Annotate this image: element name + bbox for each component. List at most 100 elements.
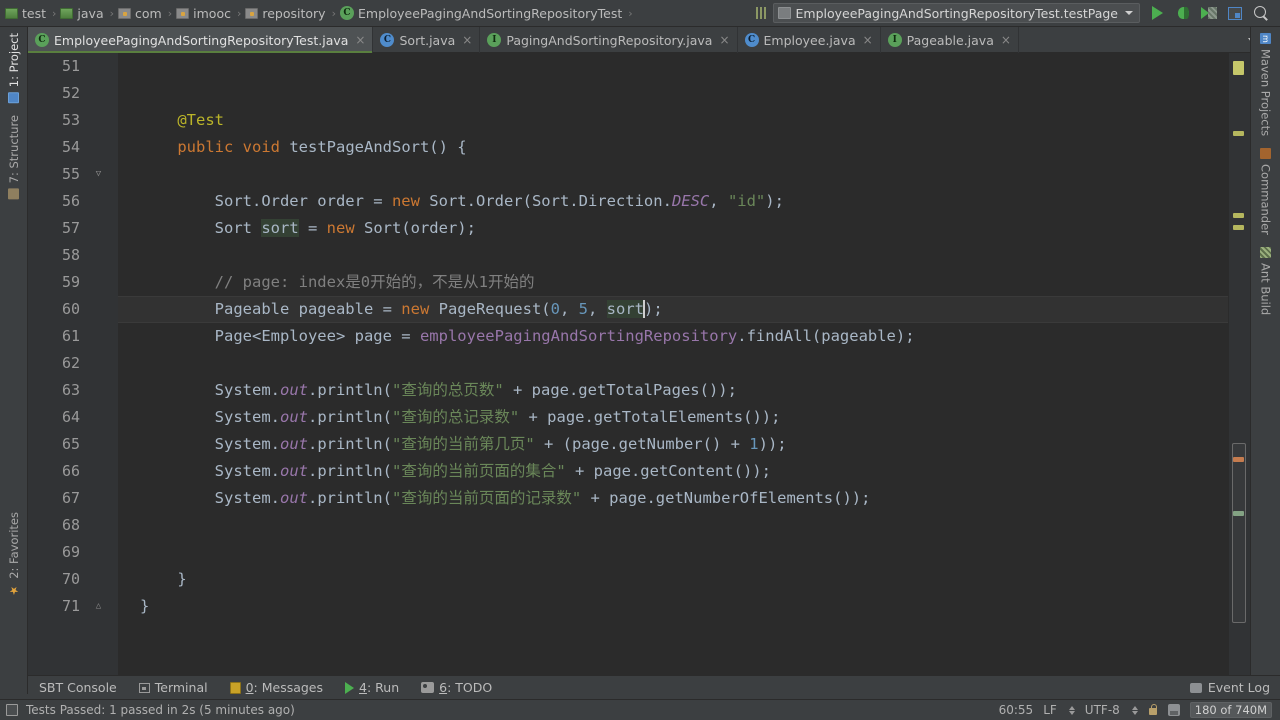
memory-indicator[interactable]: 180 of 740M bbox=[1189, 702, 1272, 718]
breadcrumb-item-java[interactable]: java bbox=[57, 0, 108, 27]
lock-icon[interactable] bbox=[1148, 704, 1158, 716]
line-number[interactable]: 71 bbox=[28, 593, 118, 620]
code-line[interactable] bbox=[118, 242, 1228, 269]
line-number[interactable]: 54 ▽ bbox=[28, 134, 118, 179]
code-line[interactable] bbox=[118, 539, 1228, 566]
line-number[interactable]: 55 bbox=[28, 161, 118, 188]
editor-gutter[interactable]: 51 52 53 54 ▽ 55 56 57 58 59 60 61 62 63 64 65 66 67 68 69 7… bbox=[28, 53, 118, 675]
code-line[interactable] bbox=[118, 161, 1228, 188]
editor-scrollbar-thumb[interactable] bbox=[1232, 443, 1246, 623]
chevron-down-icon bbox=[1125, 11, 1133, 15]
interface-icon: I bbox=[487, 33, 502, 47]
editor-tab-label: Sort.java bbox=[399, 32, 456, 48]
event-log-area[interactable]: Event Log bbox=[1189, 680, 1280, 695]
run-with-coverage-button[interactable] bbox=[1196, 2, 1222, 24]
code-line[interactable]: Sort.Order order = new Sort.Order(Sort.D… bbox=[118, 188, 1228, 215]
editor-marker[interactable] bbox=[1233, 213, 1244, 218]
line-number[interactable]: 61 bbox=[28, 323, 118, 350]
layout-button[interactable] bbox=[1222, 2, 1248, 24]
search-everywhere-button[interactable] bbox=[1248, 2, 1274, 24]
code-line[interactable] bbox=[118, 80, 1228, 107]
line-number[interactable]: 57 bbox=[28, 215, 118, 242]
line-separator[interactable]: LF bbox=[1043, 703, 1057, 717]
code-line[interactable]: System.out.println("查询的总记录数" + page.getT… bbox=[118, 404, 1228, 431]
close-icon[interactable]: × bbox=[462, 33, 472, 47]
tool-window-ant-build[interactable]: Ant Build bbox=[1259, 241, 1273, 321]
editor-tab-employee[interactable]: C Employee.java × bbox=[738, 27, 881, 53]
line-number[interactable]: 53 bbox=[28, 107, 118, 134]
close-icon[interactable]: × bbox=[863, 33, 873, 47]
tool-window-commander[interactable]: Commander bbox=[1259, 142, 1273, 241]
bottom-tool-run[interactable]: 4: Run bbox=[334, 676, 410, 700]
code-token-hl: sort bbox=[606, 300, 644, 318]
code-line[interactable]: System.out.println("查询的当前页面的记录数" + page.… bbox=[118, 485, 1228, 512]
tool-window-favorites[interactable]: ★ 2: Favorites bbox=[7, 506, 21, 603]
tool-window-maven-projects[interactable]: m Maven Projects bbox=[1259, 27, 1273, 142]
test-result-status[interactable]: Tests Passed: 1 passed in 2s (5 minutes … bbox=[26, 703, 295, 717]
editor-marker[interactable] bbox=[1233, 131, 1244, 136]
editor-tab-employeepagingandsortingrepositorytest[interactable]: C EmployeePagingAndSortingRepositoryTest.… bbox=[28, 27, 374, 53]
code-line[interactable]: public void testPageAndSort() { bbox=[118, 134, 1228, 161]
line-number[interactable]: 70 △ bbox=[28, 566, 118, 611]
bottom-tool-messages[interactable]: 0: Messages bbox=[219, 676, 334, 700]
tool-window-project[interactable]: 1: Project bbox=[7, 27, 21, 109]
line-number[interactable]: 60 bbox=[28, 296, 118, 323]
breadcrumb-item-imooc[interactable]: imooc bbox=[173, 0, 236, 27]
code-line[interactable]: System.out.println("查询的当前页面的集合" + page.g… bbox=[118, 458, 1228, 485]
code-line[interactable]: System.out.println("查询的当前第几页" + (page.ge… bbox=[118, 431, 1228, 458]
code-line[interactable]: } bbox=[118, 566, 1228, 593]
code-token: , bbox=[559, 300, 579, 318]
line-number[interactable]: 69 bbox=[28, 539, 118, 566]
line-number[interactable]: 59 bbox=[28, 269, 118, 296]
editor-tab-sort[interactable]: C Sort.java × bbox=[373, 27, 481, 53]
line-number[interactable]: 68 bbox=[28, 512, 118, 539]
code-line[interactable] bbox=[118, 350, 1228, 377]
line-number[interactable]: 51 bbox=[28, 53, 118, 80]
close-icon[interactable]: × bbox=[1001, 33, 1011, 47]
editor-tab-pageable[interactable]: I Pageable.java × bbox=[881, 27, 1019, 53]
code-line[interactable]: // page: index是0开始的，不是从1开始的 bbox=[118, 269, 1228, 296]
debug-button[interactable] bbox=[1170, 2, 1196, 24]
navbar-toggle-icon[interactable] bbox=[751, 3, 773, 23]
line-number[interactable]: 63 bbox=[28, 377, 118, 404]
editor-tab-pagingandsortingrepository[interactable]: I PagingAndSortingRepository.java × bbox=[480, 27, 738, 53]
editor-marker[interactable] bbox=[1233, 61, 1244, 75]
code-editor[interactable]: 51 52 53 54 ▽ 55 56 57 58 59 60 61 62 63 64 65 66 67 68 69 7… bbox=[28, 53, 1250, 675]
code-line[interactable]: @Test bbox=[118, 107, 1228, 134]
line-number[interactable]: 66 bbox=[28, 458, 118, 485]
breadcrumb-item-com[interactable]: com bbox=[115, 0, 167, 27]
code-line[interactable]: Pageable pageable = new PageRequest(0, 5… bbox=[118, 296, 1228, 323]
editor-marker-bar[interactable] bbox=[1228, 53, 1250, 675]
bottom-tool-todo[interactable]: 6: TODO bbox=[410, 676, 503, 700]
code-line[interactable]: } bbox=[118, 593, 1228, 620]
breadcrumb-item-repository[interactable]: repository bbox=[242, 0, 330, 27]
line-number[interactable]: 64 bbox=[28, 404, 118, 431]
breadcrumb-item-employeepagingandsortingrepositorytest[interactable]: C EmployeePagingAndSortingRepositoryTest bbox=[337, 0, 627, 27]
caret-position[interactable]: 60:55 bbox=[999, 703, 1034, 717]
bottom-tool-terminal[interactable]: Terminal bbox=[128, 676, 219, 700]
toggle-toolbars-icon[interactable] bbox=[6, 704, 18, 716]
line-number[interactable]: 52 bbox=[28, 80, 118, 107]
editor-marker[interactable] bbox=[1233, 225, 1244, 230]
code-line[interactable]: System.out.println("查询的总页数" + page.getTo… bbox=[118, 377, 1228, 404]
line-number[interactable]: 56 bbox=[28, 188, 118, 215]
run-button[interactable] bbox=[1144, 2, 1170, 24]
close-icon[interactable]: × bbox=[355, 33, 365, 47]
hdd-icon[interactable] bbox=[1167, 704, 1180, 716]
file-encoding[interactable]: UTF-8 bbox=[1085, 703, 1120, 717]
code-token-ind bbox=[140, 273, 215, 291]
line-number[interactable]: 65 bbox=[28, 431, 118, 458]
code-line[interactable]: Page<Employee> page = employeePagingAndS… bbox=[118, 323, 1228, 350]
run-configuration-selector[interactable]: EmployeePagingAndSortingRepositoryTest.t… bbox=[772, 3, 1140, 23]
line-number[interactable]: 58 bbox=[28, 242, 118, 269]
close-icon[interactable]: × bbox=[719, 33, 729, 47]
code-line[interactable]: Sort sort = new Sort(order); bbox=[118, 215, 1228, 242]
code-content[interactable]: @Test public void testPageAndSort() { So… bbox=[118, 53, 1228, 675]
tool-window-structure[interactable]: 7: Structure bbox=[7, 109, 21, 205]
line-number[interactable]: 62 bbox=[28, 350, 118, 377]
code-line[interactable] bbox=[118, 512, 1228, 539]
code-line[interactable] bbox=[118, 53, 1228, 80]
breadcrumb-item-test[interactable]: test bbox=[2, 0, 51, 27]
line-number[interactable]: 67 bbox=[28, 485, 118, 512]
bottom-tool-sbt-console[interactable]: SBT Console bbox=[28, 676, 128, 700]
